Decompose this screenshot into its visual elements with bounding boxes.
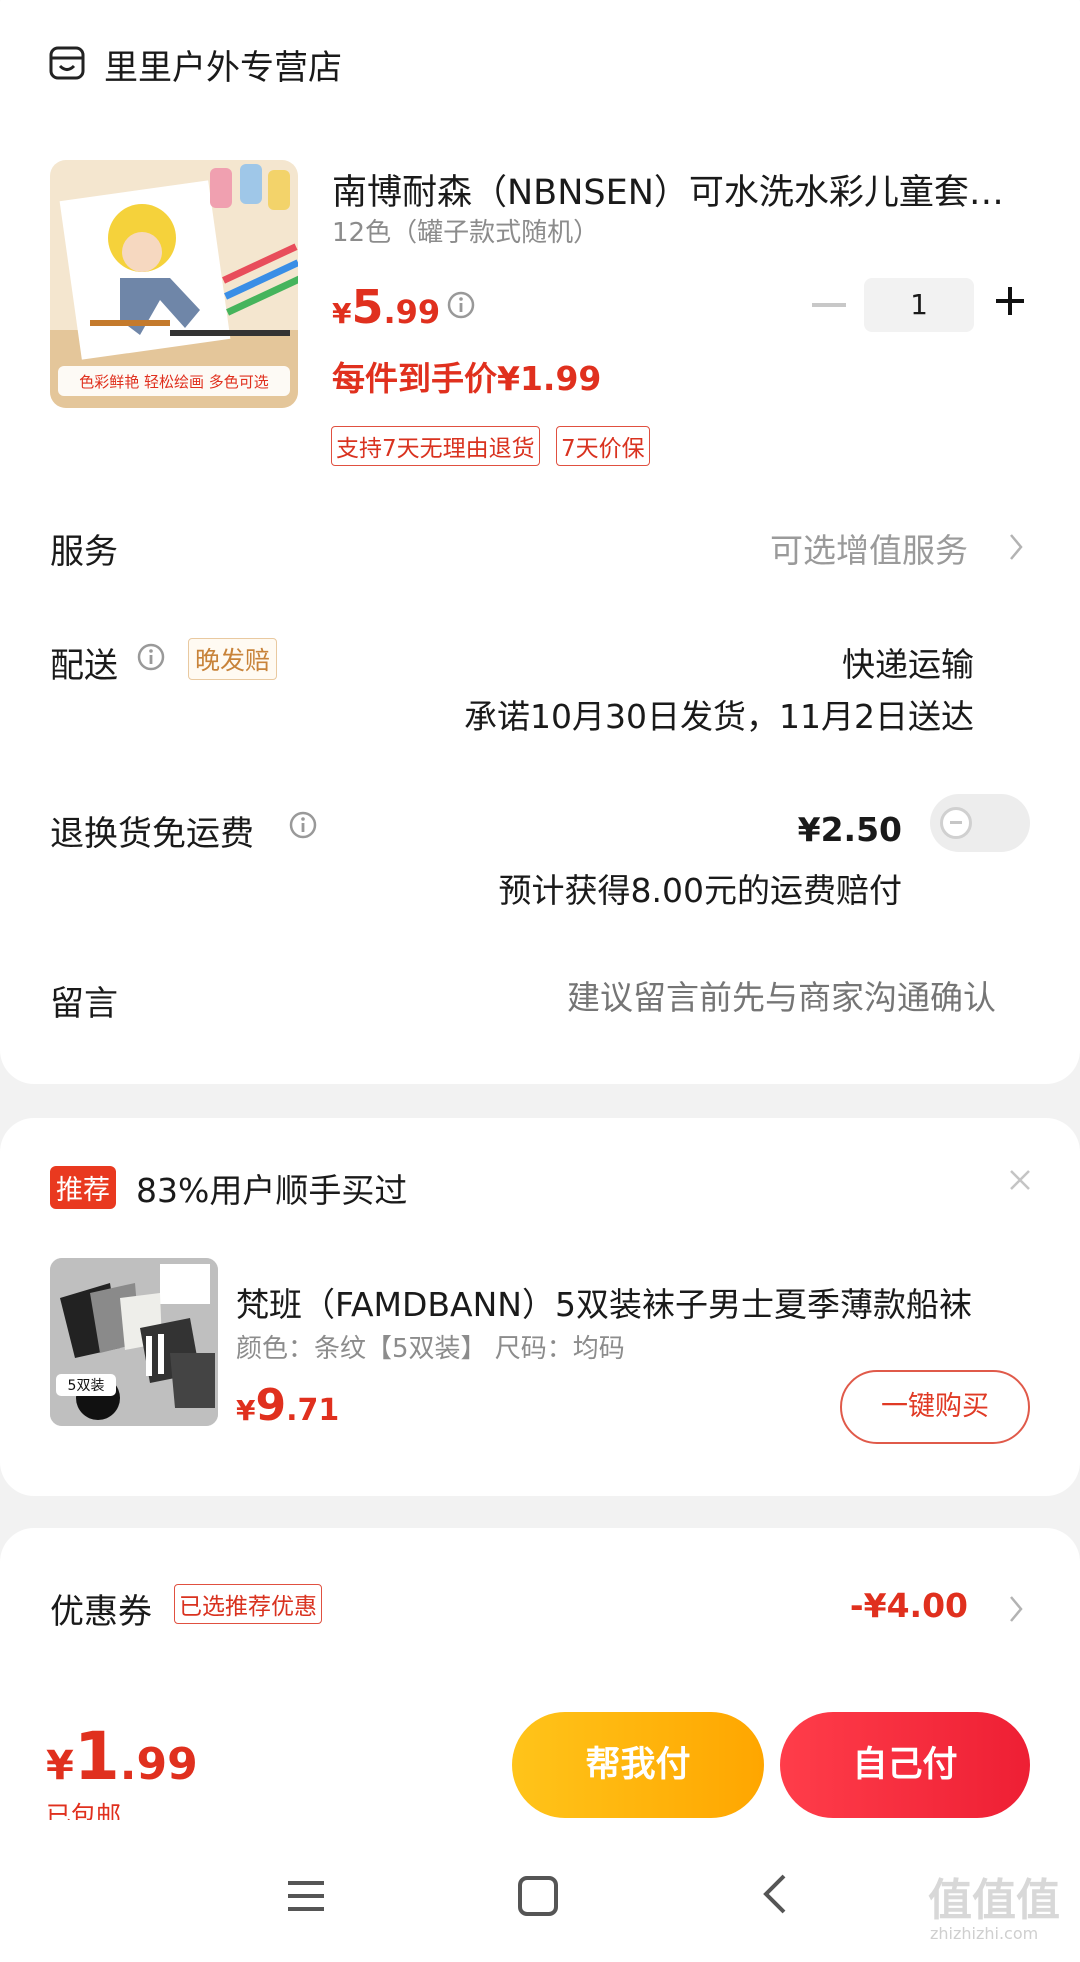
price-info-icon[interactable] xyxy=(446,290,476,320)
product-price: ¥5.99 xyxy=(332,280,440,334)
return-shipping-price: ¥2.50 xyxy=(797,810,902,849)
home-icon[interactable] xyxy=(518,1876,558,1916)
total-integer: 1 xyxy=(73,1718,120,1795)
return-policy-tag: 支持7天无理由退货 xyxy=(331,426,540,466)
recommend-item-title[interactable]: 梵班（FAMDBANN）5双装袜子男士夏季薄款船袜 xyxy=(236,1278,1006,1326)
late-compensation-badge: 晚发赔 xyxy=(188,638,278,680)
shipping-method: 快递运输 xyxy=(842,645,974,684)
total-currency: ¥ xyxy=(46,1743,74,1789)
shipping-label: 配送 xyxy=(50,646,118,686)
rec-price-decimal: .71 xyxy=(286,1393,340,1428)
recommend-item-image[interactable]: 5双装 xyxy=(50,1258,218,1426)
product-image-caption: 色彩鲜艳 轻松绘画 多色可选 xyxy=(79,373,269,391)
back-icon[interactable] xyxy=(760,1872,788,1916)
return-shipping-toggle[interactable] xyxy=(930,794,1030,852)
product-image[interactable]: 色彩鲜艳 轻松绘画 多色可选 xyxy=(50,160,298,408)
coupon-value[interactable]: -¥4.00 xyxy=(850,1586,968,1625)
one-click-buy-button[interactable]: 一键购买 xyxy=(840,1370,1030,1444)
price-integer: 5 xyxy=(351,280,384,334)
chevron-right-icon[interactable] xyxy=(1008,532,1024,562)
return-shipping-desc: 预计获得8.00元的运费赔付 xyxy=(498,871,902,910)
return-shipping-info-icon[interactable] xyxy=(288,810,318,840)
recommend-title: 83%用户顺手买过 xyxy=(136,1171,408,1210)
system-navigation-bar: 值值值 zhizhizhi.com xyxy=(0,1820,1080,1962)
chevron-right-icon[interactable] xyxy=(1008,1594,1024,1624)
rec-price-integer: 9 xyxy=(255,1380,287,1431)
recommend-item-price: ¥9.71 xyxy=(236,1380,339,1431)
watermark-url: zhizhizhi.com xyxy=(930,1924,1039,1943)
order-card: 里里户外专营店 色彩鲜艳 轻松绘画 多色可选 南博耐森（NBNSEN）可水洗水彩… xyxy=(0,0,1080,1084)
coupon-selected-tag: 已选推荐优惠 xyxy=(174,1584,322,1624)
service-label: 服务 xyxy=(50,532,118,572)
toggle-knob xyxy=(940,807,972,839)
self-pay-button[interactable]: 自己付 xyxy=(780,1712,1030,1818)
recent-apps-icon[interactable] xyxy=(286,1878,326,1914)
quantity-decrease-button[interactable] xyxy=(812,303,846,307)
recommend-card: 推荐 83%用户顺手买过 5双装 梵班（FAMDBANN）5双装袜子男士夏季薄款… xyxy=(0,1118,1080,1496)
recommend-image-label: 5双装 xyxy=(68,1378,105,1394)
shipping-info-icon[interactable] xyxy=(136,642,166,672)
message-input[interactable] xyxy=(436,978,996,1017)
quantity-input[interactable]: 1 xyxy=(864,278,974,332)
total-price: ¥1.99 xyxy=(46,1718,198,1795)
watermark-logo: 值值值 xyxy=(928,1875,1060,1926)
product-title[interactable]: 南博耐森（NBNSEN）可水洗水彩儿童套装36色 12色（罐子款式随机） xyxy=(332,164,1032,215)
help-pay-button[interactable]: 帮我付 xyxy=(512,1712,764,1818)
close-icon[interactable] xyxy=(1006,1166,1034,1194)
price-currency: ¥ xyxy=(332,297,352,330)
service-value[interactable]: 可选增值服务 xyxy=(770,524,968,572)
price-decimal: .99 xyxy=(383,293,441,331)
total-decimal: .99 xyxy=(119,1739,198,1790)
effective-price: 每件到手价¥1.99 xyxy=(332,359,602,398)
store-icon xyxy=(49,46,85,80)
recommend-badge: 推荐 xyxy=(50,1166,116,1209)
product-spec[interactable]: 12色（罐子款式随机） xyxy=(332,212,599,249)
price-protect-tag: 7天价保 xyxy=(556,426,650,466)
rec-price-currency: ¥ xyxy=(236,1394,256,1427)
recommend-item-spec: 颜色：条纹【5双装】 尺码：均码 xyxy=(236,1334,625,1364)
coupon-label: 优惠券 xyxy=(50,1592,152,1632)
shipping-promise: 承诺10月30日发货，11月2日送达 xyxy=(464,697,974,736)
store-name[interactable]: 里里户外专营店 xyxy=(104,40,342,89)
checkout-bar: ¥1.99 已包邮 帮我付 自己付 xyxy=(0,1692,1080,1830)
return-shipping-label: 退换货免运费 xyxy=(50,814,254,854)
message-label: 留言 xyxy=(50,984,118,1024)
quantity-increase-button[interactable] xyxy=(994,285,1026,317)
